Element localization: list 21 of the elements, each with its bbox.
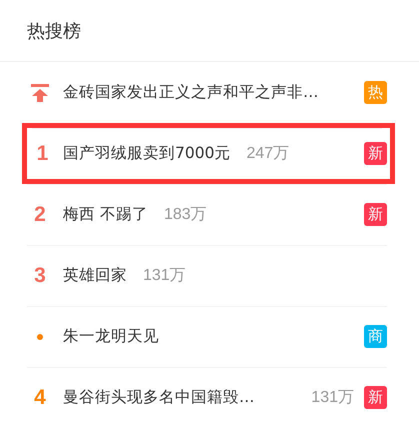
tag-badge: 热 (364, 81, 387, 104)
pin-top-icon (31, 84, 49, 102)
topic-link[interactable]: 国产羽绒服卖到7000元 (63, 143, 230, 164)
heat-count: 183万 (164, 205, 207, 225)
topic-link[interactable]: 金砖国家发出正义之声和平之声非… (63, 82, 318, 103)
rank-number: 2 (34, 202, 46, 226)
topic-link[interactable]: 英雄回家 (63, 265, 127, 286)
heat-count: 247万 (246, 144, 290, 164)
heat-count: 131万 (311, 388, 354, 408)
tag-badge: 新 (364, 203, 387, 226)
tag-badge: 新 (364, 142, 387, 165)
topic-link[interactable]: 梅西 不踢了 (63, 204, 148, 225)
rank-number: 4 (34, 386, 46, 410)
topic-link[interactable]: 曼谷街头现多名中国籍毁… (63, 387, 254, 408)
topic-link[interactable]: 朱一龙明天见 (63, 326, 159, 347)
panel-title: 热搜榜 (27, 20, 81, 42)
tag-badge: 商 (364, 325, 387, 348)
tag-badge: 新 (364, 386, 387, 409)
heat-count: 131万 (143, 266, 186, 286)
rank-number: 1 (36, 142, 48, 166)
rank-number: 3 (34, 264, 46, 288)
